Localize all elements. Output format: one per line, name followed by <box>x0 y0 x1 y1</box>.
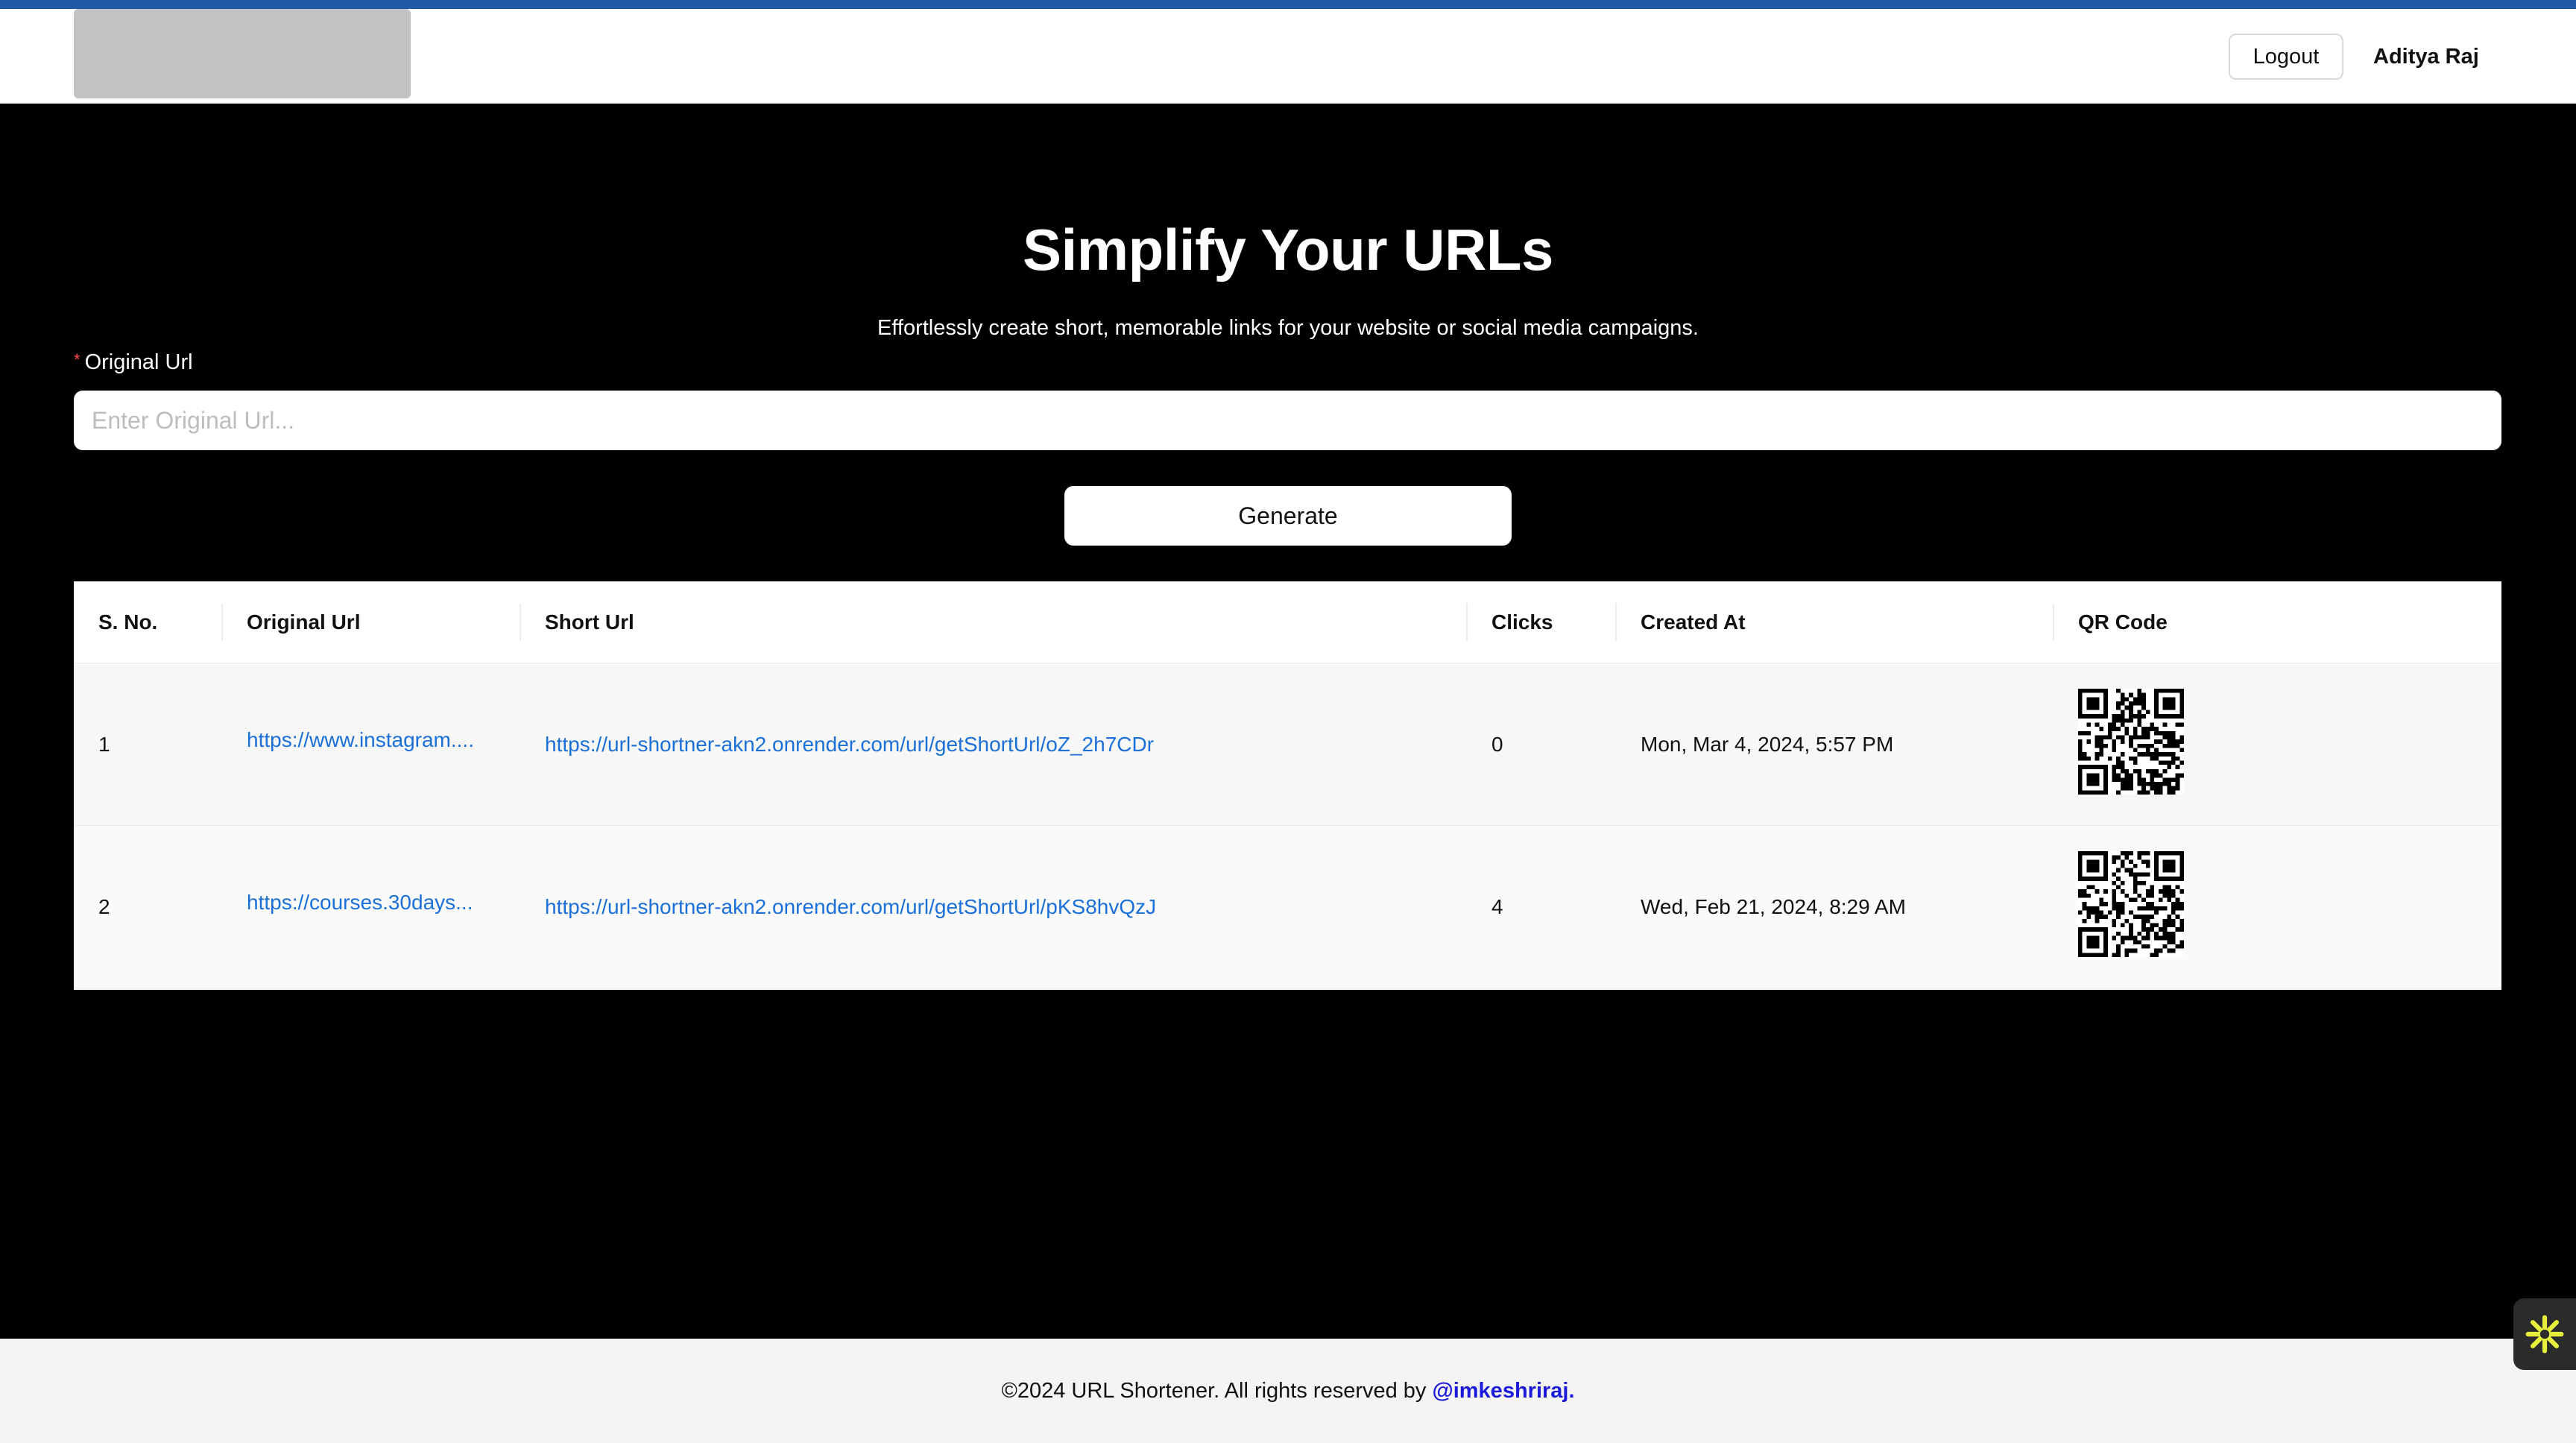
table-row: 2 https://courses.30days... https://url-… <box>74 826 2501 988</box>
cell-sno: 1 <box>98 733 110 756</box>
top-accent-bar <box>0 0 2576 9</box>
table-row: 1 https://www.instagram.... https://url-… <box>74 663 2501 826</box>
col-divider[interactable] <box>1615 604 1617 641</box>
cell-created-at: Wed, Feb 21, 2024, 8:29 AM <box>1641 895 1906 918</box>
cell-short-url[interactable]: https://url-shortner-akn2.onrender.com/u… <box>545 663 1154 826</box>
original-url-link[interactable]: https://courses.30days... <box>247 891 473 915</box>
page-footer: ©2024 URL Shortener. All rights reserved… <box>0 1339 2576 1443</box>
original-url-link[interactable]: https://www.instagram.... <box>247 728 474 752</box>
col-header-qr-code: QR Code <box>2078 610 2168 634</box>
cell-original-url[interactable]: https://www.instagram.... <box>247 659 474 821</box>
page-subtitle: Effortlessly create short, memorable lin… <box>877 316 1699 340</box>
qr-code-icon[interactable] <box>2078 851 2184 957</box>
floating-widget-button[interactable] <box>2513 1298 2576 1370</box>
col-divider[interactable] <box>520 604 521 641</box>
sparkle-icon <box>2525 1315 2564 1354</box>
required-marker: * <box>74 350 80 369</box>
col-header-sno: S. No. <box>98 610 158 634</box>
col-header-clicks: Clicks <box>1491 610 1553 634</box>
urls-table: S. No. Original Url Short Url Clicks Cre… <box>74 581 2501 990</box>
generate-button[interactable]: Generate <box>1064 486 1512 546</box>
page-title: Simplify Your URLs <box>1023 217 1553 282</box>
footer-author-link[interactable]: @imkeshriraj. <box>1432 1379 1574 1403</box>
cell-created-at: Mon, Mar 4, 2024, 5:57 PM <box>1641 733 1894 756</box>
col-divider[interactable] <box>1466 604 1468 641</box>
cell-short-url[interactable]: https://url-shortner-akn2.onrender.com/u… <box>545 826 1156 988</box>
short-url-link[interactable]: https://url-shortner-akn2.onrender.com/u… <box>545 895 1156 919</box>
col-divider[interactable] <box>2053 604 2054 641</box>
col-header-created-at: Created At <box>1641 610 1746 634</box>
qr-code-icon[interactable] <box>2078 689 2184 795</box>
original-url-input[interactable] <box>74 391 2501 450</box>
col-header-short-url: Short Url <box>545 610 634 634</box>
app-header: Logout Aditya Raj <box>0 9 2576 104</box>
col-divider[interactable] <box>221 604 223 641</box>
logo-placeholder[interactable] <box>74 9 411 98</box>
user-name[interactable]: Aditya Raj <box>2373 34 2479 80</box>
short-url-link[interactable]: https://url-shortner-akn2.onrender.com/u… <box>545 733 1154 757</box>
table-header: S. No. Original Url Short Url Clicks Cre… <box>74 581 2501 663</box>
original-url-label: * Original Url <box>74 350 193 375</box>
col-header-original-url: Original Url <box>247 610 361 634</box>
original-url-label-text: Original Url <box>84 350 193 374</box>
cell-clicks: 4 <box>1491 895 1503 918</box>
cell-original-url[interactable]: https://courses.30days... <box>247 821 473 984</box>
cell-sno: 2 <box>98 895 110 918</box>
logout-button[interactable]: Logout <box>2229 34 2343 80</box>
footer-text: ©2024 URL Shortener. All rights reserved… <box>1001 1378 1427 1403</box>
cell-clicks: 0 <box>1491 733 1503 756</box>
